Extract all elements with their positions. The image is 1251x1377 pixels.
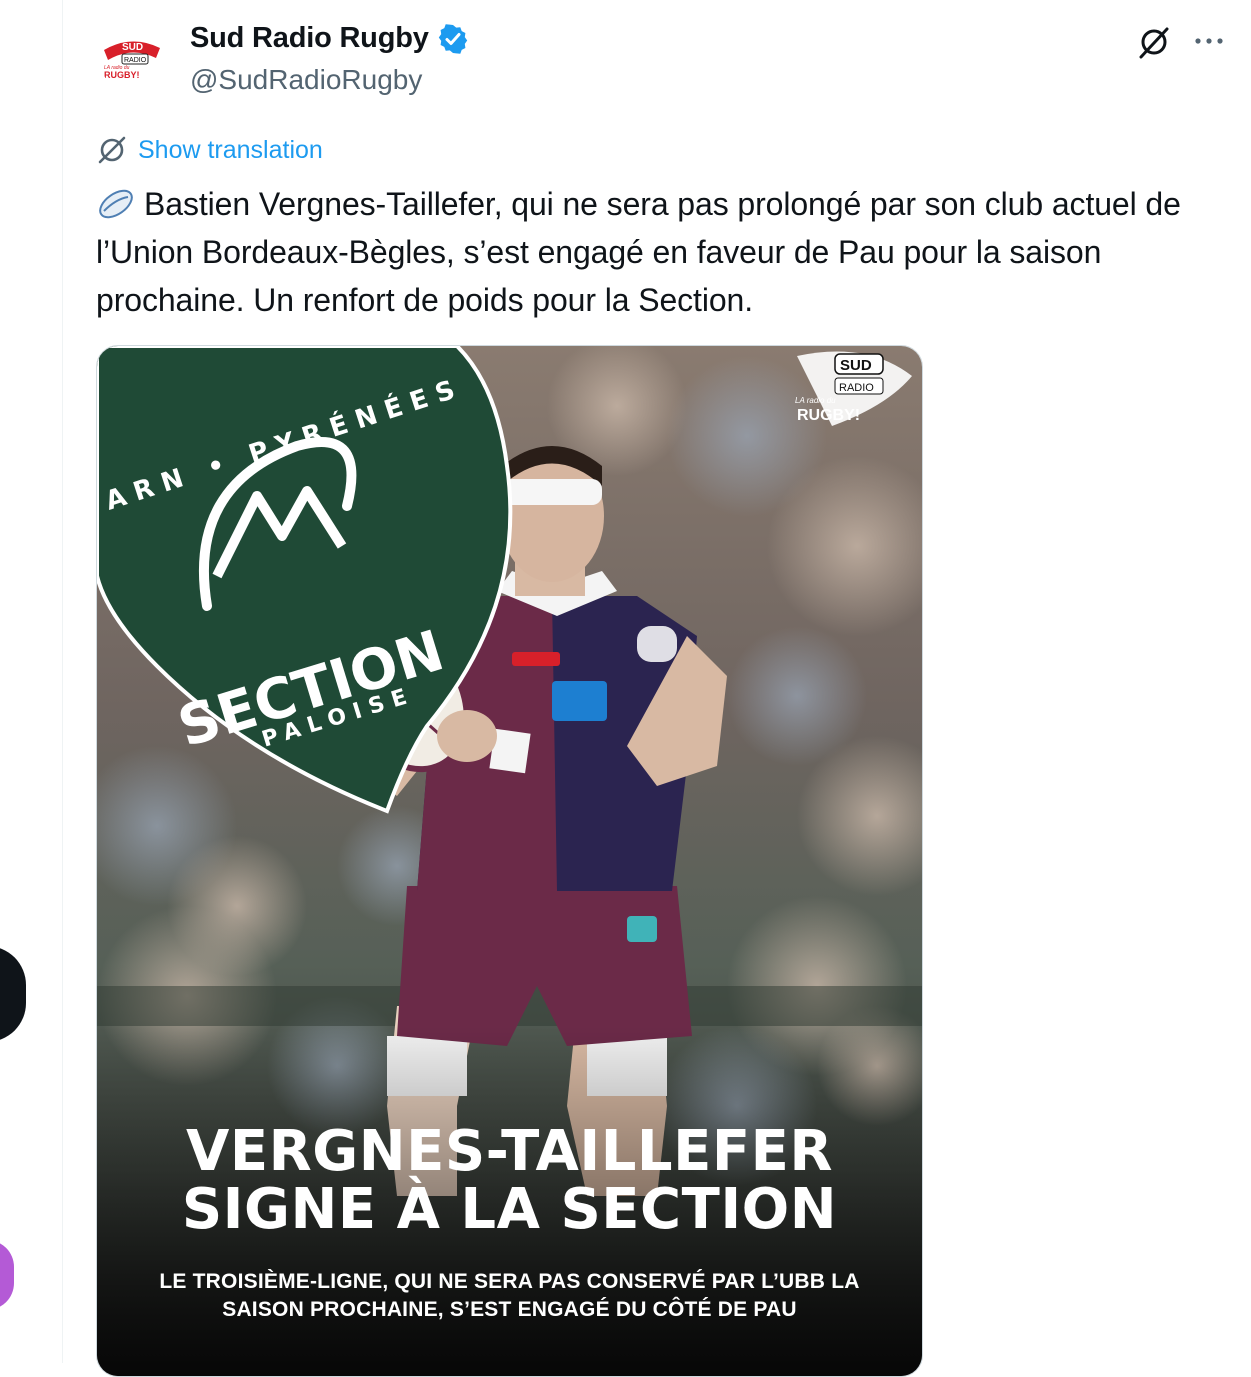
- left-sidebar-rail: [0, 0, 63, 1363]
- station-logo-middle: RADIO: [839, 382, 874, 394]
- display-name[interactable]: Sud Radio Rugby: [190, 22, 429, 55]
- account-avatar-logo[interactable]: SUD RADIO LA radio du RUGBY!: [100, 28, 164, 92]
- rugby-ball-icon: [96, 184, 136, 219]
- subline-line-1: LE TROISIÈME-LIGNE, QUI NE SERA PAS CONS…: [159, 1270, 860, 1293]
- tweet-body: Bastien Vergnes-Taillefer, qui ne sera p…: [96, 186, 1181, 318]
- account-avatar[interactable]: [0, 1240, 14, 1310]
- headline-line-2: SIGNE À LA SECTION: [181, 1177, 838, 1242]
- avatar-logo-middle: RADIO: [124, 57, 147, 64]
- grok-icon[interactable]: [1136, 24, 1172, 60]
- subline-line-2: SAISON PROCHAINE, S’EST ENGAGÉ DU CÔTÉ D…: [222, 1298, 797, 1321]
- avatar-logo-bottom: RUGBY!: [104, 70, 140, 80]
- show-translation-link[interactable]: Show translation: [96, 134, 323, 166]
- more-options-icon[interactable]: [1192, 26, 1226, 56]
- compose-button[interactable]: [0, 946, 26, 1042]
- station-logo-bottom: RUGBY!: [797, 407, 860, 424]
- tweet-media-image[interactable]: ARN • PYRÉNÉES SECTION PALOISE SUD RADIO…: [96, 345, 923, 1377]
- headline-line-1: VERGNES-TAILLEFER: [186, 1119, 833, 1184]
- station-logo-top: SUD: [840, 357, 872, 374]
- translate-icon: [96, 134, 128, 166]
- station-logo-small: LA radio du: [795, 396, 836, 405]
- account-handle[interactable]: @SudRadioRugby: [190, 64, 422, 96]
- verified-badge-icon: [437, 23, 469, 55]
- show-translation-label: Show translation: [138, 135, 323, 164]
- avatar-logo-top: SUD: [122, 42, 143, 53]
- tweet-text: Bastien Vergnes-Taillefer, qui ne sera p…: [96, 180, 1236, 324]
